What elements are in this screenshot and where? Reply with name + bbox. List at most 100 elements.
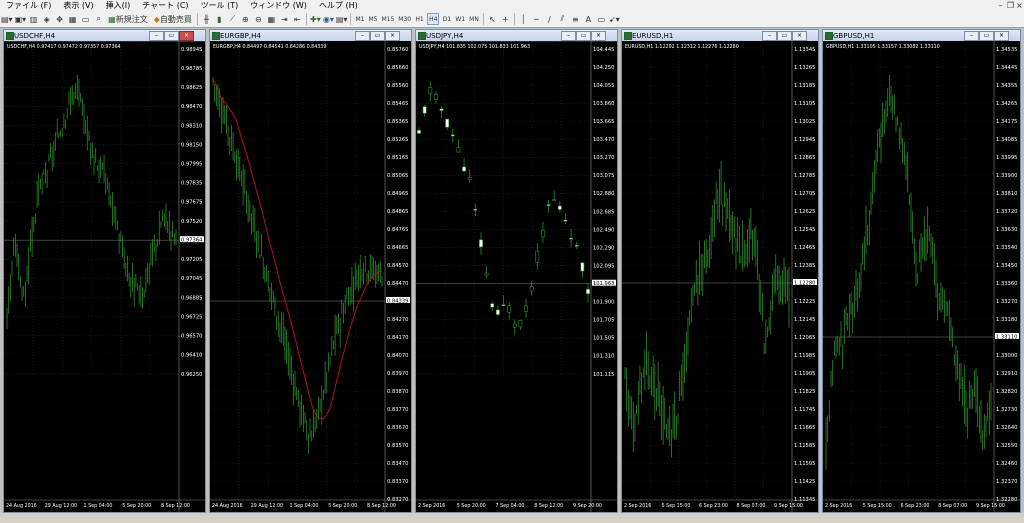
maximize-chart-icon[interactable]: ▭ <box>576 31 591 41</box>
new-order-button[interactable]: ▦ 新規注文 <box>106 13 150 25</box>
candle-body <box>473 208 478 211</box>
price-scale-label: 103.665 <box>593 119 614 125</box>
maximize-chart-icon[interactable]: ▭ <box>370 31 385 41</box>
menu-window[interactable]: ウィンドウ (W) <box>244 0 313 11</box>
symbol-info-line: EURGBP,H4 0.84497 0.84541 0.84286 0.8433… <box>213 44 326 50</box>
navigator-icon[interactable]: ✥ <box>54 13 65 25</box>
price-scale-label: 1.32820 <box>996 389 1017 395</box>
line-chart-icon[interactable]: ⟋ <box>227 13 238 25</box>
close-chart-icon[interactable]: × <box>385 31 400 41</box>
search-icon[interactable]: ⌕ <box>93 13 104 25</box>
chart-window-eurusd[interactable]: EURUSD,H1 – ▭ × 1.13345 1.13265 1.13185 1.1… <box>621 29 819 513</box>
indicators-icon[interactable]: ✚▾ <box>310 13 321 25</box>
timeframe-m1[interactable]: M1 <box>354 13 365 25</box>
chart-plot-usdjpy[interactable]: 104.445 104.250 104.055 103.860 103.665 103.4… <box>416 41 617 512</box>
bar-chart-icon[interactable]: ╫ <box>201 13 212 25</box>
fibonacci-icon[interactable]: ≡ <box>570 13 581 25</box>
candle-body <box>428 87 433 94</box>
minimize-chart-icon[interactable]: – <box>762 31 777 41</box>
close-chart-icon[interactable]: × <box>994 31 1009 41</box>
terminal-icon[interactable]: ▦ <box>67 13 78 25</box>
candle-body <box>557 205 562 210</box>
menu-file[interactable]: ファイル (F) <box>0 0 57 11</box>
menu-insert[interactable]: 挿入(I) <box>100 0 137 11</box>
timeframe-m15[interactable]: M15 <box>380 13 395 25</box>
templates-icon[interactable]: ▤▾ <box>336 13 348 25</box>
tile-windows-icon[interactable]: ▦ <box>266 13 277 25</box>
current-price-label: 0.84339 <box>387 299 408 305</box>
text-tool-icon[interactable]: A <box>583 13 594 25</box>
arrows-icon[interactable]: ➹▾ <box>609 13 620 25</box>
price-scale-label: 1.32460 <box>996 461 1017 467</box>
maximize-chart-icon[interactable]: ▭ <box>777 31 792 41</box>
close-chart-icon[interactable]: × <box>792 31 807 41</box>
period-icon[interactable]: ◉▾ <box>323 13 334 25</box>
close-chart-icon[interactable]: × <box>591 31 606 41</box>
menu-tools[interactable]: ツール (T) <box>195 0 245 11</box>
timeframe-mn[interactable]: MN <box>468 13 480 25</box>
timeframe-w1[interactable]: W1 <box>454 13 466 25</box>
close-chart-icon[interactable]: × <box>179 31 194 41</box>
price-scale-label: 101.310 <box>593 354 614 360</box>
chart-window-eurgbp[interactable]: EURGBP,H4 – ▭ × 0.85760 0.85660 0.85560 0.8… <box>209 29 412 513</box>
price-scale-label: 1.33995 <box>996 155 1017 161</box>
minimize-chart-icon[interactable]: – <box>149 31 164 41</box>
maximize-chart-icon[interactable]: ▭ <box>164 31 179 41</box>
vertical-line-icon[interactable]: │ <box>518 13 529 25</box>
new-chart-icon[interactable]: ▤▾ <box>1 13 13 25</box>
minimize-chart-icon[interactable]: – <box>561 31 576 41</box>
chart-titlebar[interactable]: EURGBP,H4 – ▭ × <box>210 30 411 41</box>
chart-titlebar[interactable]: EURUSD,H1 – ▭ × <box>622 30 818 41</box>
symbol-info-line: USDJPY,H4 101.835 102.075 101.833 101.96… <box>419 44 530 50</box>
restore-app-icon[interactable]: ❐ <box>1006 1 1015 10</box>
chart-plot-gbpusd[interactable]: 1.34535 1.34445 1.34355 1.34265 1.34175 1.340… <box>823 41 1020 512</box>
chart-titlebar[interactable]: GBPUSD,H1 – ▭ × <box>823 30 1020 41</box>
tester-icon[interactable]: ▭ <box>80 13 91 25</box>
maximize-chart-icon[interactable]: ▭ <box>979 31 994 41</box>
close-app-icon[interactable]: × <box>1015 1 1024 10</box>
chart-window-usdchf[interactable]: USDCHF,H4 – ▭ × 0.98945 0.98785 0.98625 0.9… <box>3 29 206 513</box>
price-scale-label: 0.84470 <box>387 281 408 287</box>
chart-window-usdjpy[interactable]: USDJPY,H4 – ▭ × 104.445 104.250 104.055 103… <box>415 29 618 513</box>
timeframe-m30[interactable]: M30 <box>397 13 412 25</box>
minimize-chart-icon[interactable]: – <box>355 31 370 41</box>
price-scale-label: 101.900 <box>593 300 614 306</box>
time-axis-label: 5 Sep 15:00 <box>863 503 892 509</box>
minimize-chart-icon[interactable]: – <box>964 31 979 41</box>
market-watch-icon[interactable]: ▥ <box>28 13 39 25</box>
chart-shift-icon[interactable]: ⇤ <box>292 13 303 25</box>
horizontal-line-icon[interactable]: ─ <box>531 13 542 25</box>
menu-chart[interactable]: チャート (C) <box>136 0 194 11</box>
price-scale-label: 1.33180 <box>996 317 1017 323</box>
chart-plot-eurusd[interactable]: 1.13345 1.13265 1.13185 1.13105 1.13025 1.129… <box>622 41 818 512</box>
time-axis-label: 29 Aug 12:00 <box>251 503 283 509</box>
timeframe-h1[interactable]: H1 <box>414 13 425 25</box>
trendline-icon[interactable]: ∕ <box>544 13 555 25</box>
equidistant-channel-icon[interactable]: ⫽ <box>557 13 568 25</box>
timeframe-h4[interactable]: H4 <box>427 13 440 25</box>
auto-trade-button[interactable]: ◆ 自動売買 <box>152 13 194 25</box>
minimize-app-icon[interactable]: – <box>996 1 1005 10</box>
timeframe-d1[interactable]: D1 <box>441 13 452 25</box>
candle-chart-icon[interactable]: ▮ <box>214 13 225 25</box>
chart-titlebar[interactable]: USDCHF,H4 – ▭ × <box>4 30 205 41</box>
zoom-out-icon[interactable]: ⊖ <box>253 13 264 25</box>
zoom-in-icon[interactable]: ⊕ <box>240 13 251 25</box>
chart-plot-usdchf[interactable]: 0.98945 0.98785 0.98625 0.98470 0.98310 0.981… <box>4 41 205 512</box>
crosshair-icon[interactable]: + <box>500 13 511 25</box>
candle-body <box>450 134 455 137</box>
candle-body <box>535 250 540 263</box>
chart-plot-eurgbp[interactable]: 0.85760 0.85660 0.85560 0.85465 0.85365 0.852… <box>210 41 411 512</box>
chart-window-gbpusd[interactable]: GBPUSD,H1 – ▭ × 1.34535 1.34445 1.34355 1.3… <box>822 29 1021 513</box>
data-window-icon[interactable]: ◈ <box>41 13 52 25</box>
menu-view[interactable]: 表示 (V) <box>57 0 99 11</box>
menu-help[interactable]: ヘルプ (H) <box>313 0 364 11</box>
profiles-icon[interactable]: ▣▾ <box>15 13 27 25</box>
text-label-icon[interactable]: ▭ <box>596 13 607 25</box>
chart-titlebar[interactable]: USDJPY,H4 – ▭ × <box>416 30 617 41</box>
candle-body <box>433 93 438 100</box>
cursor-icon[interactable]: ↖ <box>487 13 498 25</box>
auto-scroll-icon[interactable]: ⇥ <box>279 13 290 25</box>
timeframe-m5[interactable]: M5 <box>367 13 378 25</box>
price-scale-label: 1.33360 <box>996 281 1017 287</box>
